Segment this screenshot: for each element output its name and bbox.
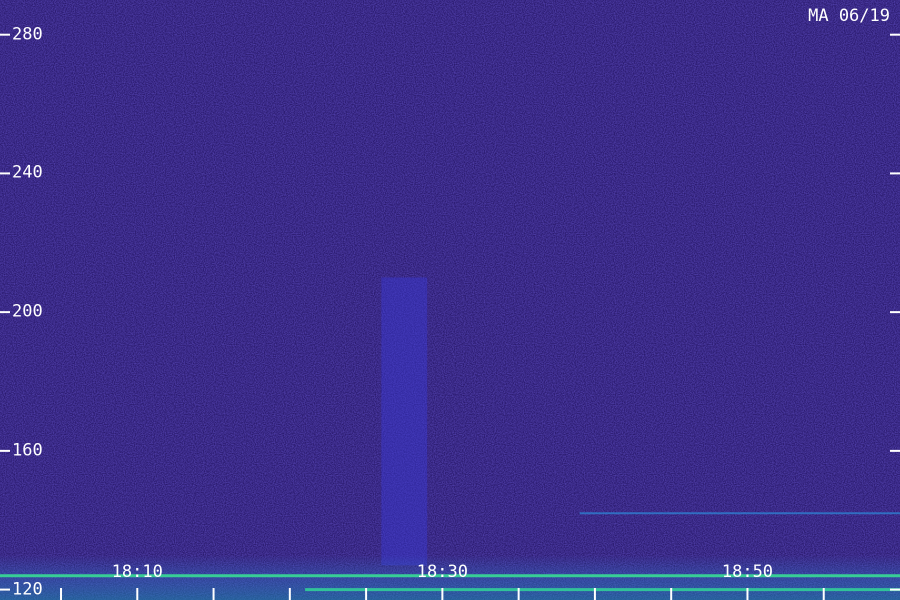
x-tick-label: 18:50 (721, 562, 774, 582)
x-tick-label: 18:30 (416, 562, 468, 582)
y-tick-label: 120 (12, 579, 43, 600)
y-tick-label: 160 (12, 440, 43, 461)
y-tick-label: 240 (12, 162, 43, 183)
x-tick-label: 18:10 (111, 562, 163, 582)
chart-title: MA 06/19 (808, 6, 890, 26)
spectrogram-noise (0, 0, 900, 600)
y-tick-label: 280 (12, 24, 43, 45)
spectrogram-plot (0, 0, 900, 600)
y-tick-label: 200 (12, 301, 43, 322)
spectrogram-canvas: MA 06/19 280 240 200 160 120 18:10 18:30 18:50 (0, 0, 900, 600)
vertical-burst (381, 277, 428, 566)
